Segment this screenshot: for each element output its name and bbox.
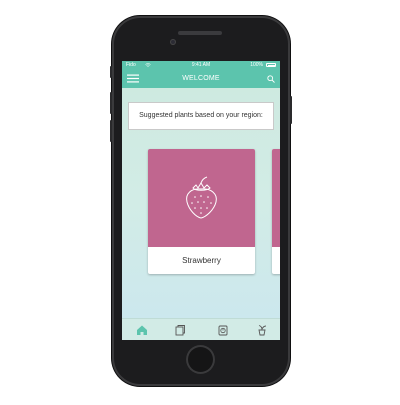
timer-icon[interactable] (217, 324, 229, 336)
plant-card-next[interactable] (272, 149, 280, 274)
book-icon[interactable] (174, 324, 186, 336)
volume-up-button (110, 92, 112, 114)
app-screen: Fido 9:41 AM 100% WELCOME Suggested plan… (122, 61, 280, 340)
front-camera (170, 39, 176, 45)
plant-card-image (272, 149, 280, 247)
suggestion-banner: Suggested plants based on your region: (128, 102, 274, 130)
status-bar: Fido 9:41 AM 100% (122, 61, 280, 69)
plant-card-strawberry[interactable]: Strawberry (148, 149, 255, 274)
battery-icon (266, 63, 276, 67)
search-icon[interactable] (267, 75, 275, 83)
silent-switch (110, 66, 112, 78)
battery-percentage: 100% (250, 62, 263, 68)
plant-card-label: Strawberry (182, 256, 221, 265)
plant-card-image (148, 149, 255, 247)
app-header: WELCOME (122, 69, 280, 88)
earpiece-speaker (178, 31, 222, 35)
home-button[interactable] (186, 345, 215, 374)
plant-pot-icon[interactable] (256, 324, 268, 336)
power-button (290, 96, 292, 124)
volume-down-button (110, 120, 112, 142)
home-icon[interactable] (136, 324, 148, 336)
page-title: WELCOME (182, 75, 220, 82)
strawberry-icon (186, 176, 217, 219)
tab-bar (122, 318, 280, 340)
